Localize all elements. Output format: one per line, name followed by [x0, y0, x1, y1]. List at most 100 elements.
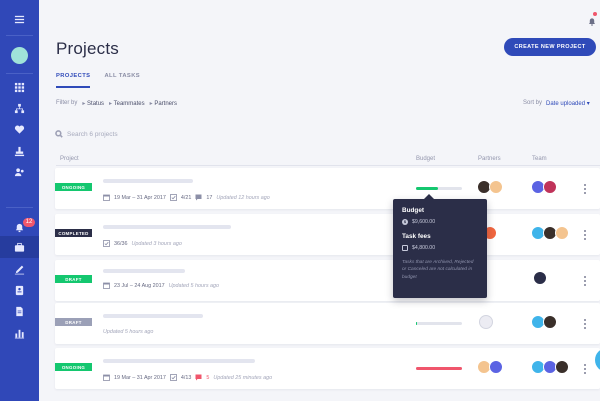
column-header-partners: Partners	[478, 156, 501, 162]
filter-teammates-label: Teammates	[113, 101, 145, 107]
column-header-budget: Budget	[416, 156, 436, 162]
filter-status[interactable]: ▸ Status	[82, 100, 104, 107]
table-row[interactable]: DRAFT Updated 5 hours ago	[55, 303, 600, 344]
project-updated: Updated 25 minutes ago	[213, 374, 273, 381]
table-row[interactable]: DRAFT 23 Jul – 24 Aug 2017 Updated 5 hou…	[55, 260, 600, 301]
table-row[interactable]: ONGOING 19 Mar – 31 Apr 2017 4/13 5 Upda…	[55, 348, 600, 389]
tooltip-budget-row: $ $9,600.00	[402, 219, 478, 225]
tab-bar: PROJECTS ALL TASKS	[56, 72, 140, 88]
project-updated: Updated 3 hours ago	[131, 240, 182, 247]
project-comments: 5	[206, 374, 210, 381]
tooltip-budget-value: $9,600.00	[412, 219, 436, 225]
filter-teammates[interactable]: ▸ Teammates	[109, 100, 145, 107]
project-meta: 19 Mar – 31 Apr 2017 4/21 17 Updated 12 …	[103, 194, 270, 201]
tooltip-fees-row: $4,800.00	[402, 245, 478, 251]
tab-projects[interactable]: PROJECTS	[56, 72, 91, 88]
sidebar-divider	[6, 35, 33, 36]
page-title: Projects	[56, 39, 120, 58]
sort-dropdown[interactable]: Date uploaded ▾	[546, 100, 590, 107]
table-row[interactable]: ONGOING 19 Mar – 31 Apr 2017 4/21 17 Upd…	[55, 168, 600, 209]
project-dates: 19 Mar – 31 Apr 2017	[114, 374, 166, 381]
create-new-project-button[interactable]: CREATE NEW PROJECT	[504, 38, 596, 56]
calendar-icon	[103, 374, 110, 381]
bar-chart-icon[interactable]	[0, 323, 39, 343]
contact-card-icon[interactable]	[0, 280, 39, 300]
tooltip-fees-title: Task fees	[402, 233, 431, 240]
notification-icon[interactable]	[588, 12, 597, 26]
project-dates: 23 Jul – 24 Aug 2017	[114, 282, 165, 289]
project-updated: Updated 5 hours ago	[168, 282, 220, 289]
menu-icon[interactable]	[0, 9, 39, 29]
comment-icon	[195, 374, 202, 381]
more-options-icon[interactable]	[584, 184, 587, 194]
team-avatar[interactable]	[543, 315, 557, 329]
tooltip-budget-title: Budget	[402, 207, 425, 214]
project-tasks: 4/13	[180, 374, 192, 381]
team-avatar[interactable]	[533, 271, 547, 285]
filter-partners[interactable]: ▸ Partners	[150, 100, 177, 107]
tooltip-fees-value: $4,800.00	[412, 245, 436, 251]
tooltip-note: Tasks that are Archived, Rejected or Can…	[402, 260, 474, 280]
project-updated: Updated 12 hours ago	[216, 194, 270, 201]
search-icon	[55, 130, 63, 138]
status-badge: ONGOING	[55, 363, 92, 371]
sort-label: Sort by	[523, 100, 543, 106]
status-badge: COMPLETED	[55, 229, 92, 237]
budget-bar[interactable]	[416, 187, 462, 190]
project-updated: Updated 5 hours ago	[103, 329, 154, 335]
more-options-icon[interactable]	[584, 230, 587, 240]
project-title-placeholder	[103, 225, 231, 229]
filter-label: Filter by	[56, 100, 78, 106]
sort-value: Date uploaded	[546, 101, 586, 107]
project-title-placeholder	[103, 359, 255, 363]
more-options-icon[interactable]	[584, 276, 587, 286]
project-dates: 19 Mar – 31 Apr 2017	[114, 194, 166, 201]
document-icon[interactable]	[0, 301, 39, 321]
partner-avatar[interactable]	[489, 360, 503, 374]
grid-icon[interactable]	[0, 77, 39, 97]
budget-bar-fill	[416, 187, 439, 190]
team-avatar[interactable]	[555, 226, 569, 240]
sidebar-divider	[6, 207, 33, 208]
coin-icon: $	[402, 219, 408, 225]
sidebar: 12	[0, 0, 39, 401]
more-options-icon[interactable]	[584, 319, 587, 329]
checkbox-icon	[169, 374, 177, 381]
filter-status-label: Status	[87, 101, 105, 107]
project-tasks: 4/21	[180, 194, 192, 201]
sort-bar: Sort by Date uploaded ▾	[523, 100, 590, 107]
filter-bar: Filter by ▸ Status ▸ Teammates ▸ Partner…	[56, 100, 177, 107]
team-avatar[interactable]	[543, 180, 557, 194]
budget-bar[interactable]	[416, 367, 462, 370]
checkbox-icon	[169, 194, 177, 201]
search-placeholder: Search 6 projects	[67, 130, 118, 138]
calendar-icon	[103, 194, 110, 201]
budget-bar-fill	[416, 322, 418, 325]
project-meta: Updated 5 hours ago	[103, 329, 153, 335]
budget-bar[interactable]	[416, 322, 462, 325]
main-content: Projects CREATE NEW PROJECT PROJECTS ALL…	[39, 0, 600, 401]
project-comments: 17	[206, 194, 213, 201]
partner-avatar[interactable]	[479, 315, 493, 329]
more-options-icon[interactable]	[584, 364, 587, 374]
search-input[interactable]: Search 6 projects	[55, 128, 118, 140]
briefcase-icon[interactable]	[0, 236, 39, 258]
tab-all-tasks[interactable]: ALL TASKS	[104, 72, 140, 88]
chevron-down-icon: ▾	[586, 101, 590, 107]
hierarchy-icon[interactable]	[0, 98, 39, 118]
users-icon[interactable]	[0, 162, 39, 182]
table-row[interactable]: COMPLETED 36/36 Updated 3 hours ago	[55, 214, 600, 255]
column-header-project: Project	[60, 156, 79, 162]
checkbox-icon	[402, 245, 408, 251]
project-title-placeholder	[103, 269, 185, 273]
pen-icon[interactable]	[0, 259, 39, 279]
project-meta: 36/36 Updated 3 hours ago	[103, 240, 182, 247]
partner-avatar[interactable]	[489, 180, 503, 194]
budget-tooltip: Budget $ $9,600.00 Task fees $4,800.00 T…	[393, 194, 487, 298]
avatar[interactable]	[11, 47, 28, 64]
status-badge: ONGOING	[55, 183, 92, 191]
heart-icon[interactable]	[0, 119, 39, 139]
team-avatar[interactable]	[555, 360, 569, 374]
status-badge: DRAFT	[55, 318, 92, 326]
stamp-icon[interactable]	[0, 141, 39, 161]
